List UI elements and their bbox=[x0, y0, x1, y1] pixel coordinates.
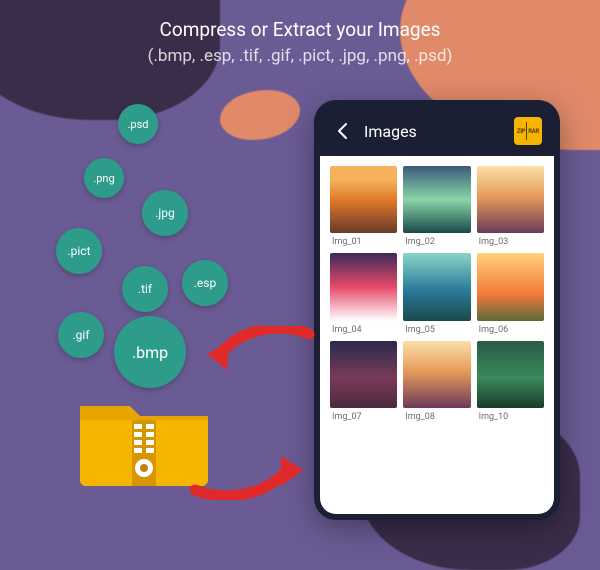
screen-title: Images bbox=[364, 122, 514, 141]
image-thumb[interactable]: Img_03 bbox=[477, 166, 544, 247]
thumb-label: Img_03 bbox=[477, 237, 544, 247]
format-bubble-esp: .esp bbox=[182, 260, 228, 306]
image-thumb[interactable]: Img_01 bbox=[330, 166, 397, 247]
app-icon-left: ZIP bbox=[517, 128, 525, 135]
thumbnail-icon bbox=[330, 341, 397, 408]
thumbnail-icon bbox=[330, 253, 397, 320]
app-icon-divider bbox=[526, 122, 527, 140]
thumbnail-icon bbox=[403, 341, 470, 408]
thumbnail-icon bbox=[477, 341, 544, 408]
swap-arrow-right-icon bbox=[185, 454, 305, 500]
subheadline: (.bmp, .esp, .tif, .gif, .pict, .jpg, .p… bbox=[0, 46, 600, 66]
format-bubble-pict: .pict bbox=[56, 228, 102, 274]
image-thumb[interactable]: Img_02 bbox=[403, 166, 470, 247]
format-bubble-gif: .gif bbox=[58, 312, 104, 358]
image-grid: Img_01 Img_02 Img_03 Img_04 Img_05 Img_0… bbox=[320, 156, 554, 514]
phone-mockup: Images ZIP RAR Img_01 Img_02 Img_03 Img_… bbox=[314, 100, 560, 520]
image-thumb[interactable]: Img_06 bbox=[477, 253, 544, 334]
format-bubble-psd: .psd bbox=[118, 104, 158, 144]
phone-topbar: Images ZIP RAR bbox=[320, 106, 554, 156]
thumbnail-icon bbox=[403, 253, 470, 320]
image-thumb[interactable]: Img_04 bbox=[330, 253, 397, 334]
format-bubble-tif: .tif bbox=[122, 266, 168, 312]
format-bubble-jpg: .jpg bbox=[142, 190, 188, 236]
thumbnail-icon bbox=[477, 253, 544, 320]
image-thumb[interactable]: Img_05 bbox=[403, 253, 470, 334]
thumb-label: Img_01 bbox=[330, 237, 397, 247]
image-thumb[interactable]: Img_10 bbox=[477, 341, 544, 422]
thumb-label: Img_10 bbox=[477, 412, 544, 422]
headline: Compress or Extract your Images bbox=[0, 18, 600, 41]
thumb-label: Img_08 bbox=[403, 412, 470, 422]
thumb-label: Img_04 bbox=[330, 325, 397, 335]
thumb-label: Img_02 bbox=[403, 237, 470, 247]
back-button[interactable] bbox=[332, 120, 354, 142]
chevron-left-icon bbox=[334, 122, 352, 140]
image-thumb[interactable]: Img_07 bbox=[330, 341, 397, 422]
format-bubble-bmp: .bmp bbox=[114, 316, 186, 388]
formats-stage: .psd .png .jpg .pict .tif .esp .gif .bmp bbox=[40, 100, 260, 480]
thumb-label: Img_06 bbox=[477, 325, 544, 335]
thumbnail-icon bbox=[330, 166, 397, 233]
thumbnail-icon bbox=[403, 166, 470, 233]
thumb-label: Img_05 bbox=[403, 325, 470, 335]
thumbnail-icon bbox=[477, 166, 544, 233]
app-icon-right: RAR bbox=[528, 128, 539, 135]
image-thumb[interactable]: Img_08 bbox=[403, 341, 470, 422]
swap-arrow-left-icon bbox=[205, 326, 315, 372]
app-icon[interactable]: ZIP RAR bbox=[514, 117, 542, 145]
thumb-label: Img_07 bbox=[330, 412, 397, 422]
format-bubble-png: .png bbox=[84, 158, 124, 198]
